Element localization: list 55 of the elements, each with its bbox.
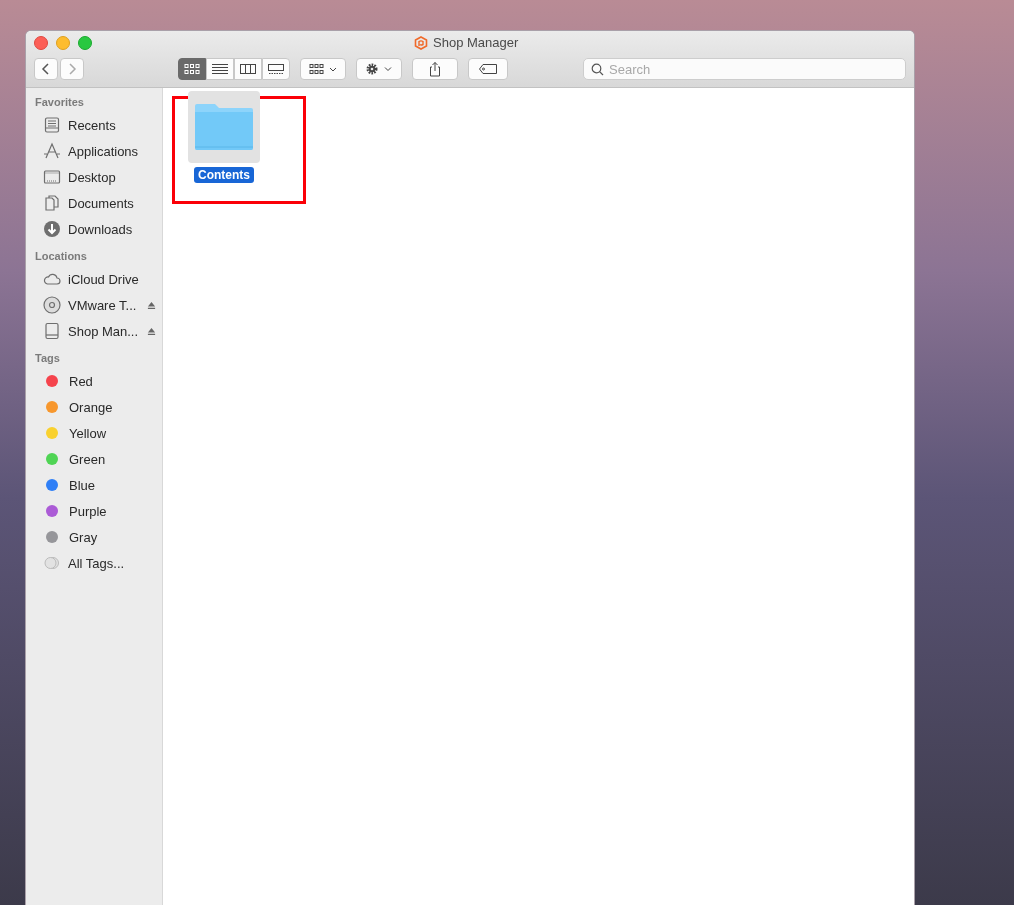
search-field[interactable]: Search <box>583 58 906 80</box>
desktop-icon <box>43 168 61 186</box>
sidebar-item[interactable]: Documents <box>68 195 134 211</box>
sidebar-item[interactable]: Green <box>69 451 106 467</box>
folder-icon <box>193 102 255 152</box>
sidebar-item[interactable]: Recents <box>68 117 116 133</box>
applications-icon <box>43 142 61 160</box>
gallery-view-button[interactable] <box>262 58 290 80</box>
documents-icon <box>43 194 61 212</box>
grid-icon <box>183 63 201 75</box>
share-icon <box>428 61 442 77</box>
folder-name: Contents <box>194 167 254 183</box>
sidebar-item[interactable]: Blue <box>69 477 96 493</box>
download-icon <box>43 220 61 238</box>
recents-icon <box>43 116 61 134</box>
share-button[interactable] <box>412 58 458 80</box>
sidebar-section-title: Favorites <box>34 95 85 110</box>
back-button[interactable] <box>34 58 58 80</box>
drive-icon <box>43 322 61 340</box>
close-button[interactable] <box>34 36 48 50</box>
window-title: Shop Manager <box>433 35 519 50</box>
tag-icon <box>478 63 498 75</box>
sidebar-item[interactable]: Shop Man... <box>68 323 139 339</box>
arrange-button[interactable] <box>300 58 346 80</box>
grid-dropdown-icon <box>308 63 338 75</box>
columns-icon <box>239 63 257 75</box>
sidebar-item[interactable]: Gray <box>69 529 98 545</box>
sidebar-item[interactable]: Red <box>69 373 93 389</box>
sidebar-section-title: Locations <box>34 249 88 264</box>
action-button[interactable] <box>356 58 402 80</box>
chevron-left-icon <box>41 62 51 76</box>
chevron-right-icon <box>67 62 77 76</box>
gear-dropdown-icon <box>364 62 394 76</box>
eject-icon[interactable] <box>147 300 156 310</box>
sidebar-item[interactable]: Orange <box>69 399 113 415</box>
list-view-button[interactable] <box>206 58 234 80</box>
app-logo-icon <box>414 35 428 50</box>
icon-view-button[interactable] <box>178 58 206 80</box>
sidebar-item[interactable]: Purple <box>69 503 107 519</box>
gallery-icon <box>267 63 285 75</box>
sidebar-item[interactable]: All Tags... <box>68 555 125 571</box>
sidebar-item[interactable]: iCloud Drive <box>68 271 139 287</box>
eject-icon[interactable] <box>147 326 156 336</box>
disc-icon <box>43 296 61 314</box>
column-view-button[interactable] <box>234 58 262 80</box>
sidebar-item[interactable]: Downloads <box>68 221 133 237</box>
sidebar-item[interactable]: Desktop <box>68 169 116 185</box>
sidebar-section-title: Tags <box>34 351 61 366</box>
sidebar-item[interactable]: VMware T... <box>68 297 137 313</box>
search-icon <box>591 63 604 76</box>
tags-button[interactable] <box>468 58 508 80</box>
all-tags-icon <box>43 554 61 572</box>
sidebar-item[interactable]: Applications <box>68 143 139 159</box>
sidebar-item[interactable]: Yellow <box>69 425 107 441</box>
list-icon <box>211 63 229 75</box>
